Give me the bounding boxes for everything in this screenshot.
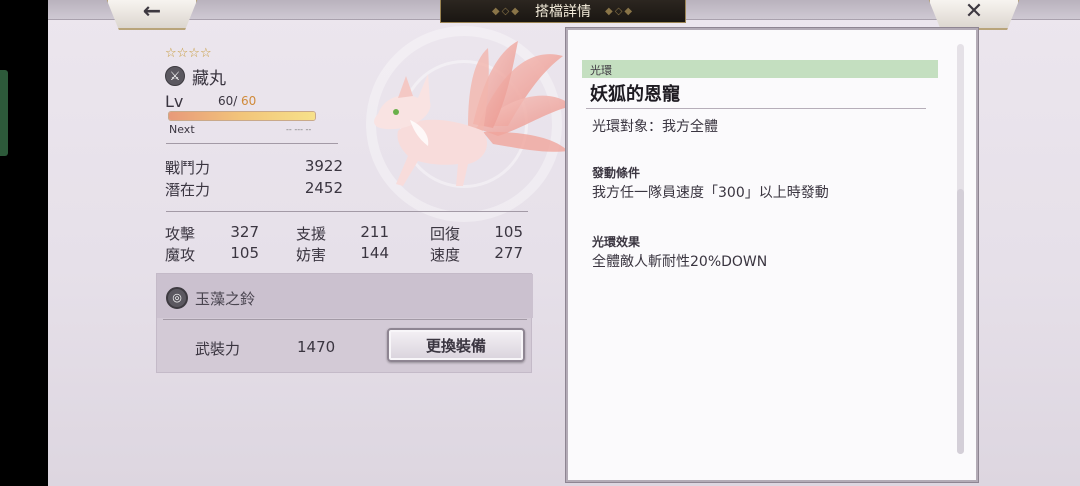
back-arrow-icon: ← xyxy=(142,0,162,24)
equipment-name: 玉藻之鈴 xyxy=(195,290,256,308)
potential-value: 2452 xyxy=(304,179,343,197)
equipment-power-value: 1470 xyxy=(297,338,336,356)
partner-detail-screen: ← ◆◇◆ 搭檔詳情 ◆◇◆ ✕ ☆☆☆☆ ⚔ 藏丸 Lv 60/ 60 Nex… xyxy=(48,0,1080,486)
side-tab-indicator xyxy=(0,70,8,156)
divider xyxy=(586,108,926,109)
magic-attack-label: 魔攻 xyxy=(165,246,196,264)
magic-attack-value: 105 xyxy=(230,244,259,262)
speed-value: 277 xyxy=(494,244,523,262)
obstruct-label: 妨害 xyxy=(296,246,327,264)
aura-detail-panel: 光環 妖狐的恩寵 光環對象：我方全體 發動條件 我方任一隊員速度「300」以上時… xyxy=(566,28,978,482)
condition-text: 我方任一隊員速度「300」以上時發動 xyxy=(592,185,829,201)
combat-power-value: 3922 xyxy=(304,157,343,175)
aura-section-header: 光環 xyxy=(582,60,938,78)
equipment-power-label: 武裝力 xyxy=(195,340,241,358)
recovery-value: 105 xyxy=(494,223,523,241)
effect-heading: 光環效果 xyxy=(592,235,641,249)
level-label: Lv xyxy=(165,92,184,111)
rarity-stars: ☆☆☆☆ xyxy=(165,46,212,61)
level-value: 60/ xyxy=(218,94,238,108)
title-ornament-right-icon: ◆◇◆ xyxy=(605,5,635,17)
aura-tag-label: 光環 xyxy=(590,64,612,77)
fox-body xyxy=(396,119,488,186)
next-exp-label: Next xyxy=(169,123,195,136)
obstruct-value: 144 xyxy=(360,244,389,262)
divider xyxy=(166,211,528,212)
divider xyxy=(166,143,338,144)
level-max-value: 60 xyxy=(241,94,257,108)
recovery-label: 回復 xyxy=(430,225,461,243)
character-name: 藏丸 xyxy=(192,69,226,89)
attack-label: 攻擊 xyxy=(165,225,196,243)
support-label: 支援 xyxy=(296,225,327,243)
close-icon: ✕ xyxy=(964,0,984,24)
bell-accessory-icon: ◎ xyxy=(166,287,188,309)
title-ornament-left-icon: ◆◇◆ xyxy=(491,5,521,17)
close-button[interactable]: ✕ xyxy=(928,0,1020,30)
nine-tailed-fox-artwork xyxy=(374,41,573,186)
back-button[interactable]: ← xyxy=(106,0,198,30)
change-equipment-button[interactable]: 更換裝備 xyxy=(387,328,525,362)
support-value: 211 xyxy=(360,223,389,241)
combat-power-label: 戰鬥力 xyxy=(165,159,211,177)
divider xyxy=(163,319,527,320)
exp-progress-bar xyxy=(168,111,316,121)
aura-title: 妖狐的恩寵 xyxy=(590,84,680,105)
scrollbar[interactable] xyxy=(957,44,964,454)
attack-value: 327 xyxy=(230,223,259,241)
page-title: 搭檔詳情 xyxy=(535,4,591,20)
scrollbar-thumb[interactable] xyxy=(957,189,964,454)
speed-label: 速度 xyxy=(430,246,461,264)
condition-heading: 發動條件 xyxy=(592,166,641,180)
fox-tail xyxy=(483,131,568,152)
fox-ear xyxy=(398,76,413,98)
equipment-header: ◎ 玉藻之鈴 xyxy=(157,274,533,318)
equipment-panel: ◎ 玉藻之鈴 武裝力 1470 更換裝備 xyxy=(156,273,533,373)
potential-label: 潛在力 xyxy=(165,181,211,199)
exp-progress-fill xyxy=(169,112,315,120)
next-exp-value: -- --- -- xyxy=(286,125,312,134)
fox-eye xyxy=(393,109,399,115)
aura-target-text: 光環對象：我方全體 xyxy=(592,119,718,135)
effect-text: 全體敵人斬耐性20%DOWN xyxy=(592,254,768,270)
screen-title-plate: ◆◇◆ 搭檔詳情 ◆◇◆ xyxy=(440,0,686,23)
sword-type-icon: ⚔ xyxy=(165,66,185,86)
